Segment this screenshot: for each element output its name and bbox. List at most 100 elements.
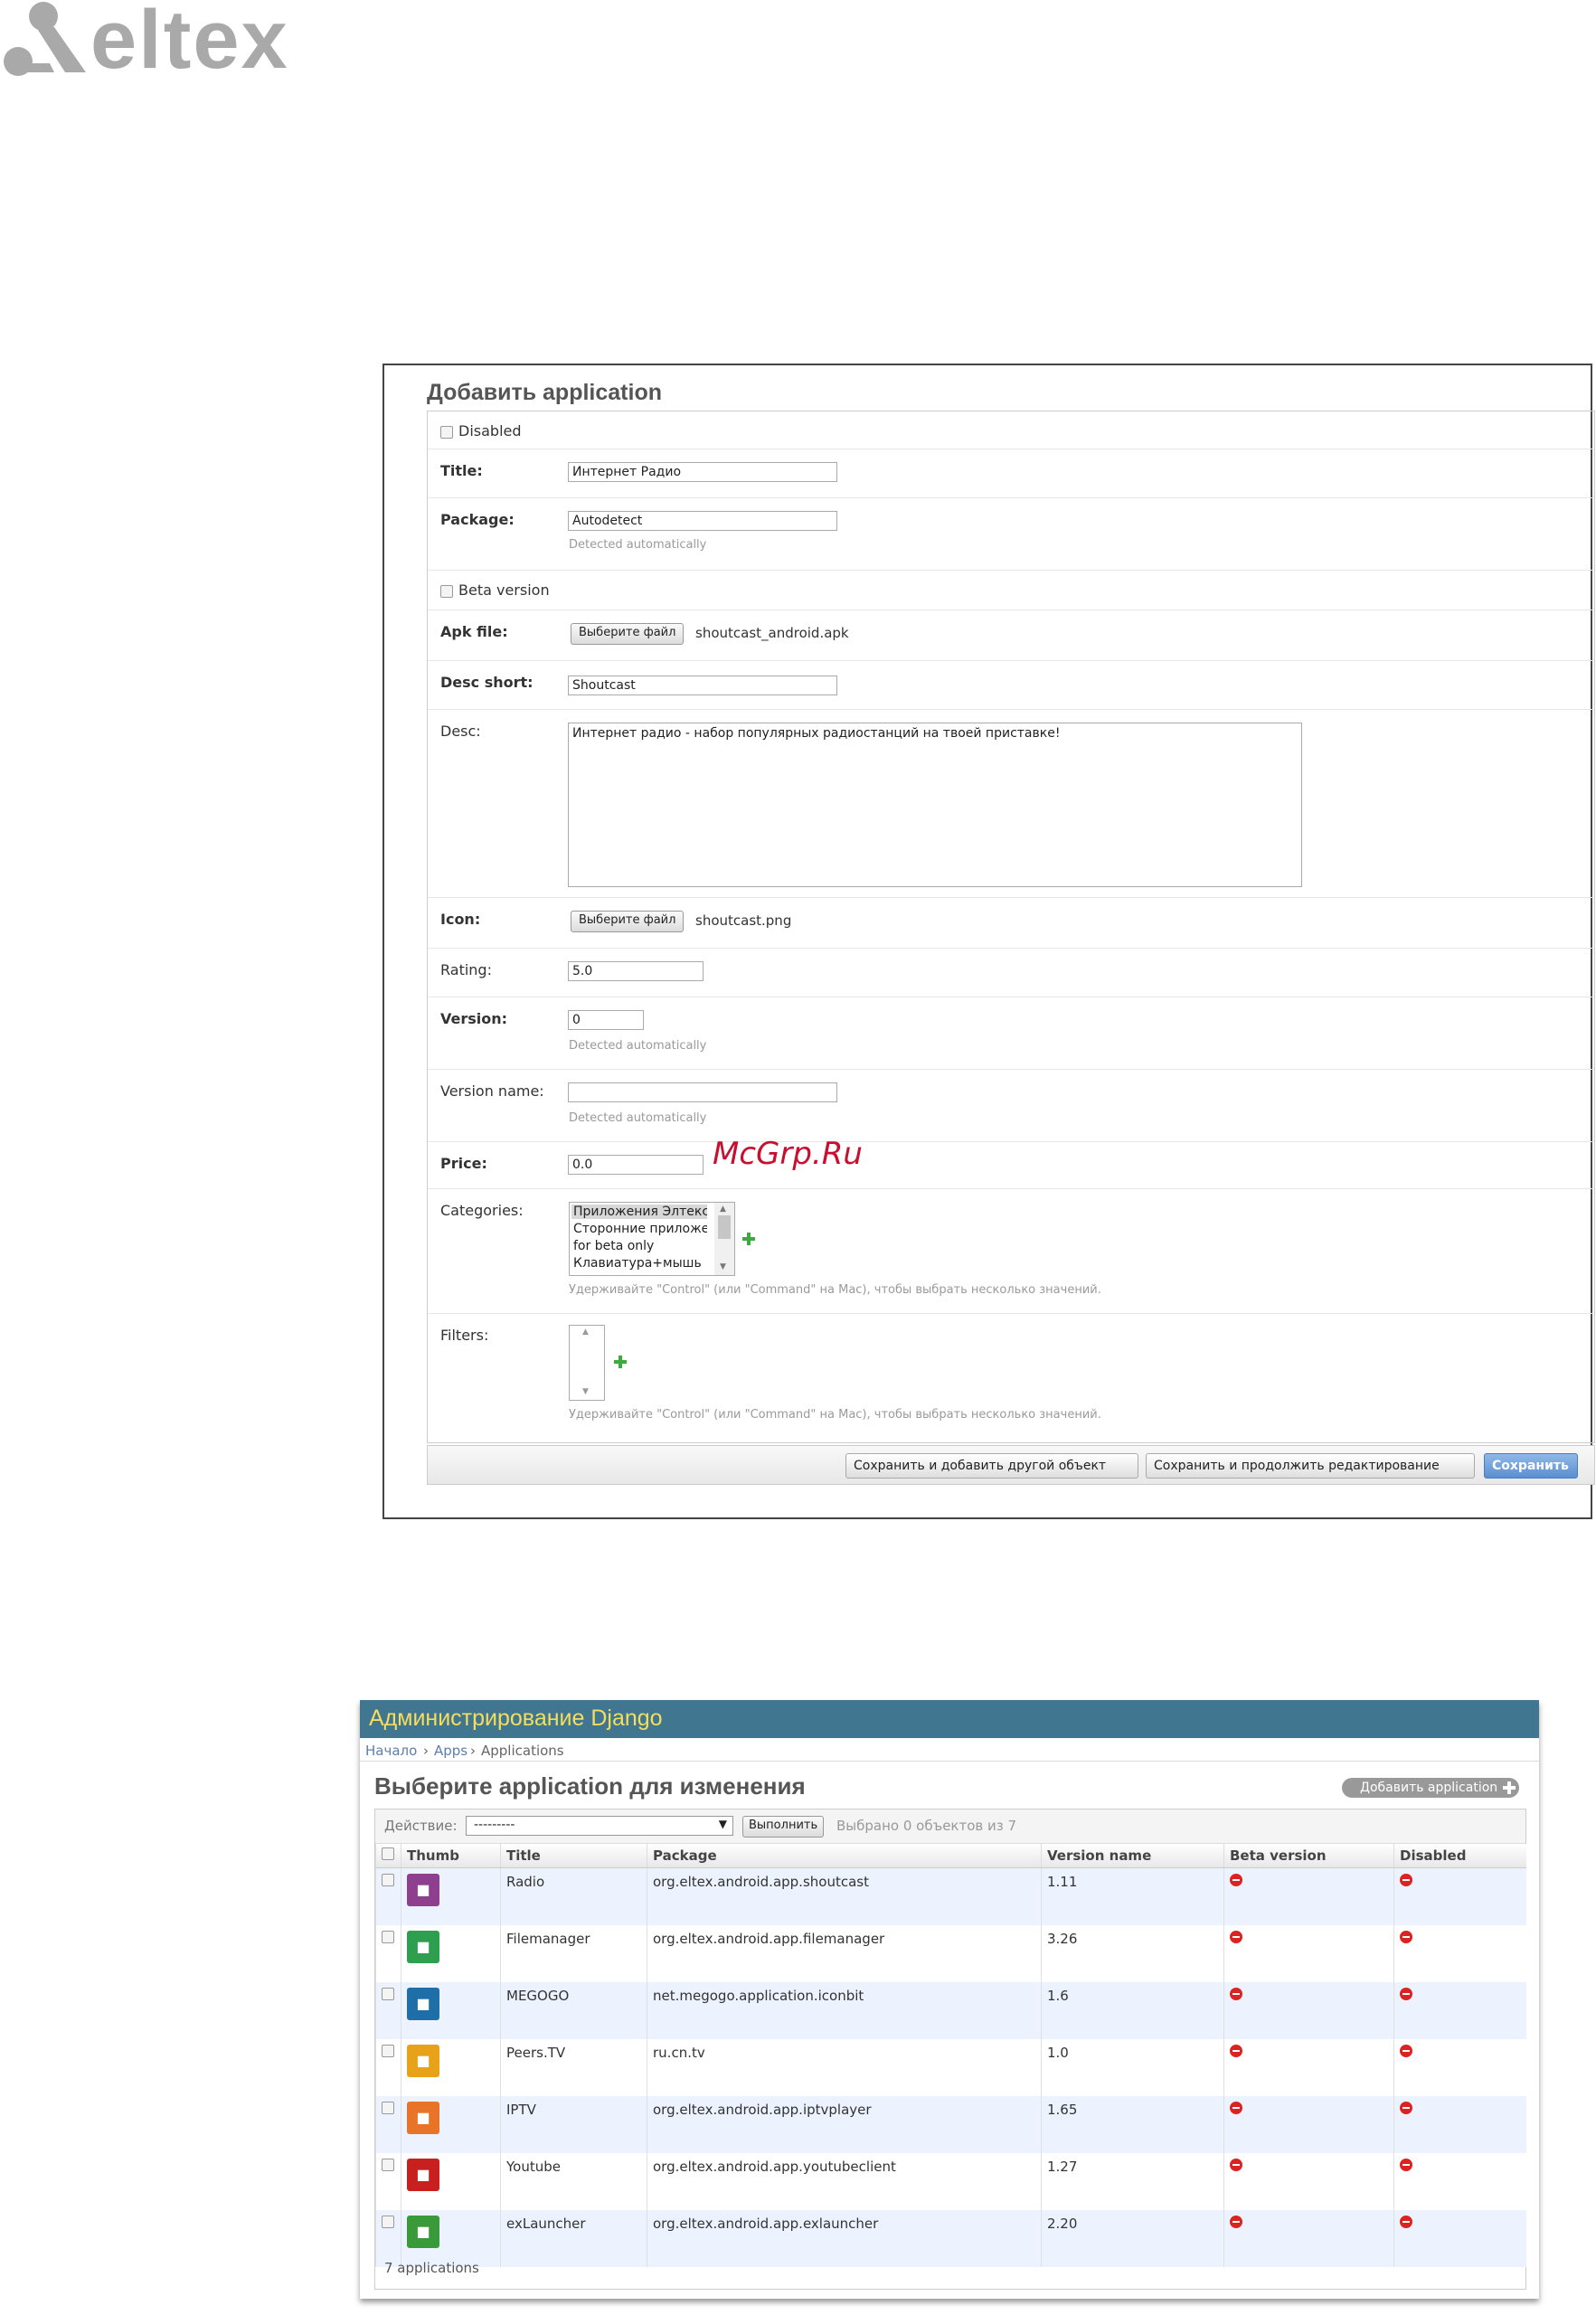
beta-version-cell (1223, 2210, 1394, 2267)
column-header-beta-version[interactable]: Beta version (1223, 1844, 1394, 1868)
disabled-cell (1393, 2096, 1526, 2153)
column-header-title[interactable]: Title (500, 1844, 647, 1868)
table-row: ■ exLauncher org.eltex.android.app.exlaunc… (375, 2210, 1526, 2267)
no-icon (1230, 2216, 1242, 2228)
title-cell[interactable]: MEGOGO (500, 1982, 647, 2039)
no-icon (1400, 1988, 1412, 2000)
plus-icon (1501, 1780, 1517, 1796)
version-name-label: Version name: (440, 1082, 544, 1100)
category-option[interactable]: Клавиатура+мышь (573, 1256, 702, 1271)
version-input[interactable]: 0 (568, 1010, 644, 1030)
column-header-disabled[interactable]: Disabled (1393, 1844, 1526, 1868)
results-table: Thumb Title Package Version name Beta ve… (375, 1844, 1526, 2267)
category-option[interactable]: for beta only (573, 1239, 654, 1253)
save-and-add-another-button[interactable]: Сохранить и добавить другой объект (845, 1453, 1138, 1479)
icon-choose-file-button[interactable]: Выберите файл (571, 911, 685, 932)
disabled-checkbox[interactable] (440, 426, 453, 439)
scroll-down-icon[interactable]: ▼ (582, 1387, 589, 1396)
row-categories: Categories: Приложения Элтекс Сторонние … (428, 1189, 1594, 1314)
table-row: ■ Radio org.eltex.android.app.shoutcast 1.1… (375, 1867, 1526, 1925)
add-filter-plus-icon[interactable] (614, 1356, 627, 1368)
disabled-cell (1393, 2210, 1526, 2267)
desc-textarea[interactable]: Интернет радио - набор популярных радиос… (568, 723, 1302, 887)
thumb-cell: ■ (401, 1925, 501, 1982)
scroll-up-icon[interactable]: ▲ (720, 1205, 726, 1214)
row-beta: Beta version (428, 571, 1594, 610)
table-row: ■ Filemanager org.eltex.android.app.filema… (375, 1925, 1526, 1982)
row-select-cell (375, 2153, 401, 2210)
categories-scrollbar[interactable]: ▲ ▼ (714, 1203, 734, 1275)
row-checkbox[interactable] (382, 2159, 394, 2171)
form-title: Добавить application (427, 380, 662, 405)
watermark: McGrp.Ru (713, 1136, 863, 1172)
add-application-form: Добавить application Disabled Title: Инт… (409, 367, 1595, 1516)
selection-counter: Выбрано 0 объектов из 7 (836, 1818, 1017, 1834)
apk-filename: shoutcast_android.apk (695, 625, 849, 641)
add-category-plus-icon[interactable] (742, 1233, 755, 1245)
version-name-input[interactable] (568, 1082, 837, 1102)
category-option[interactable]: Приложения Элтекс (571, 1205, 707, 1219)
beta-checkbox[interactable] (440, 585, 453, 598)
package-cell: org.eltex.android.app.exlauncher (647, 2210, 1042, 2267)
package-help: Detected automatically (569, 538, 707, 552)
no-icon (1230, 2159, 1242, 2171)
no-icon (1400, 2159, 1412, 2171)
package-cell: ru.cn.tv (647, 2039, 1042, 2096)
title-input[interactable]: Интернет Радио (568, 462, 837, 482)
no-icon (1230, 1874, 1242, 1886)
row-checkbox[interactable] (382, 1874, 394, 1886)
title-cell[interactable]: Radio (500, 1867, 647, 1925)
disabled-cell (1393, 1867, 1526, 1925)
action-select[interactable]: --------- ▼ (466, 1816, 733, 1836)
disabled-cell (1393, 1925, 1526, 1982)
breadcrumb-home[interactable]: Начало (365, 1743, 417, 1759)
add-application-button[interactable]: Добавить application (1342, 1778, 1519, 1798)
category-option[interactable]: Сторонние приложения (573, 1222, 707, 1236)
site-title[interactable]: Администрирование Django (369, 1706, 663, 1732)
title-cell[interactable]: IPTV (500, 2096, 647, 2153)
title-cell[interactable]: Youtube (500, 2153, 647, 2210)
row-checkbox[interactable] (382, 2045, 394, 2057)
actions-bar: Действие: --------- ▼ Выполнить Выбрано … (375, 1809, 1525, 1844)
price-input[interactable]: 0.0 (568, 1155, 704, 1175)
row-select-cell (375, 1982, 401, 2039)
beta-label: Beta version (458, 581, 550, 599)
action-label: Действие: (384, 1818, 458, 1834)
package-input[interactable]: Autodetect (568, 511, 837, 531)
scroll-up-icon[interactable]: ▲ (582, 1328, 589, 1337)
column-header-package[interactable]: Package (647, 1844, 1042, 1868)
package-cell: org.eltex.android.app.youtubeclient (647, 2153, 1042, 2210)
categories-select[interactable]: Приложения Элтекс Сторонние приложения f… (569, 1202, 735, 1276)
table-header-row: Thumb Title Package Version name Beta ve… (375, 1844, 1526, 1868)
title-cell[interactable]: Filemanager (500, 1925, 647, 1982)
save-and-continue-button[interactable]: Сохранить и продолжить редактирование (1146, 1453, 1475, 1479)
application-change-list-screenshot: Администрирование Django Начало › Apps ›… (360, 1700, 1539, 2299)
no-icon (1230, 2102, 1242, 2114)
title-cell[interactable]: exLauncher (500, 2210, 647, 2267)
rating-input[interactable]: 5.0 (568, 961, 704, 981)
row-checkbox[interactable] (382, 2216, 394, 2228)
desc-short-input[interactable]: Shoutcast (568, 676, 837, 695)
eltex-logo-text: eltex (90, 0, 289, 86)
select-all-checkbox[interactable] (382, 1847, 394, 1860)
column-header-version-name[interactable]: Version name (1041, 1844, 1224, 1868)
run-action-button[interactable]: Выполнить (742, 1816, 825, 1838)
column-header-thumb[interactable]: Thumb (401, 1844, 501, 1868)
save-button[interactable]: Сохранить (1484, 1453, 1578, 1479)
scrollbar-thumb[interactable] (718, 1215, 731, 1239)
apk-choose-file-button[interactable]: Выберите файл (571, 623, 685, 645)
row-rating: Rating: 5.0 (428, 949, 1594, 997)
breadcrumb-apps[interactable]: Apps (434, 1743, 467, 1759)
thumb-cell: ■ (401, 2210, 501, 2267)
title-cell[interactable]: Peers.TV (500, 2039, 647, 2096)
filters-select[interactable]: ▲ ▼ (569, 1325, 605, 1401)
scroll-down-icon[interactable]: ▼ (720, 1262, 726, 1271)
breadcrumb-current: Applications (481, 1743, 564, 1759)
package-label: Package: (440, 511, 515, 528)
rating-label: Rating: (440, 961, 492, 978)
row-checkbox[interactable] (382, 2102, 394, 2114)
package-cell: net.megogo.application.iconbit (647, 1982, 1042, 2039)
row-checkbox[interactable] (382, 1931, 394, 1943)
row-checkbox[interactable] (382, 1988, 394, 2000)
row-select-cell (375, 2039, 401, 2096)
